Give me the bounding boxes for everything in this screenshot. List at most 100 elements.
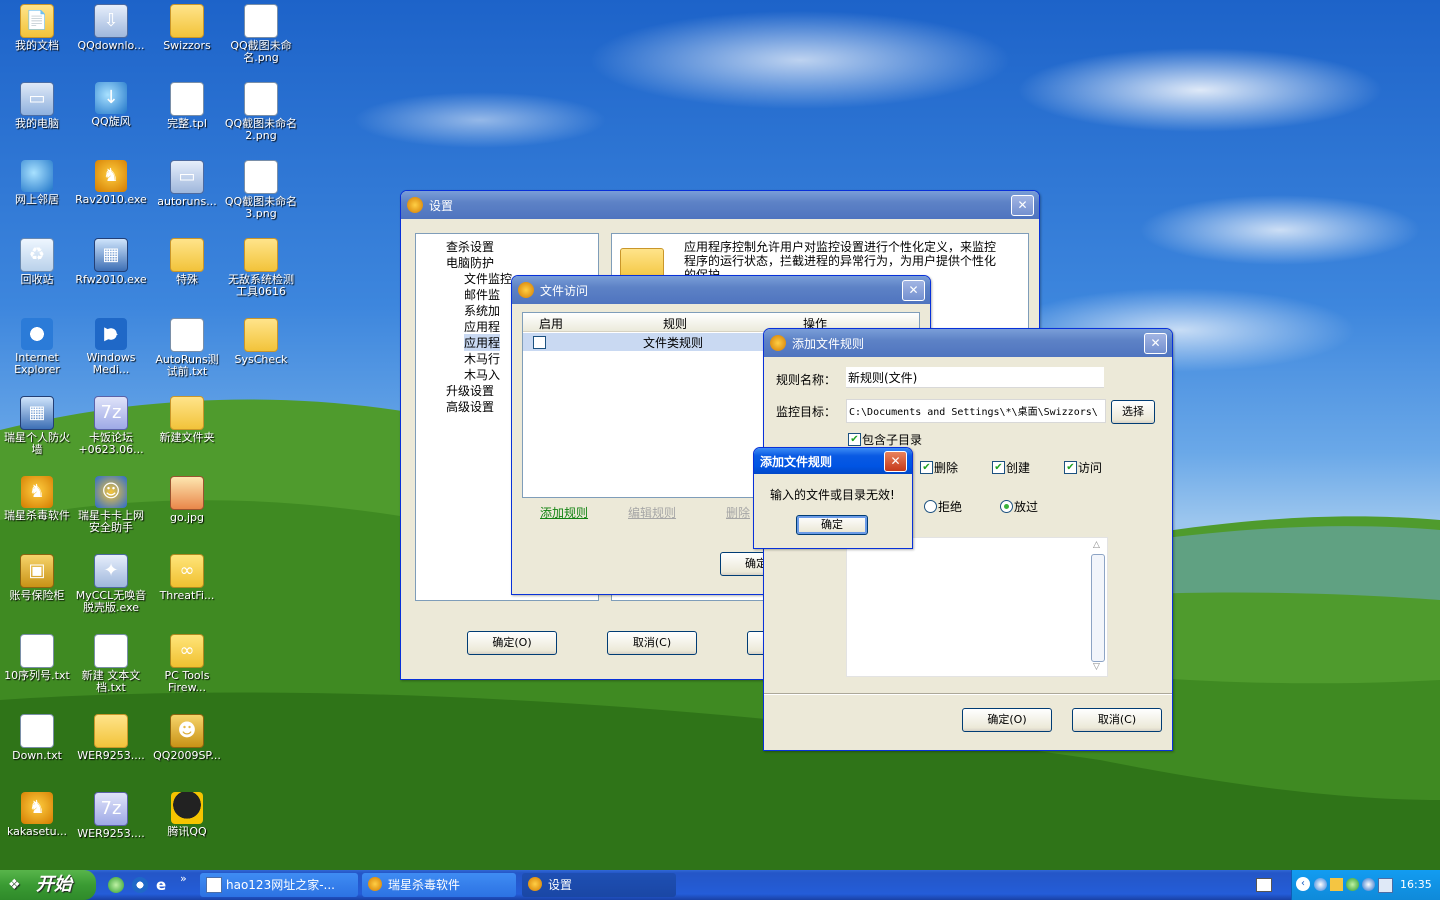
scroll-down-icon[interactable]: ▽ <box>1093 662 1100 672</box>
scroll-up-icon[interactable]: △ <box>1093 540 1100 550</box>
ie-quicklaunch-icon[interactable]: e <box>156 876 166 894</box>
quicklaunch-overflow-icon[interactable]: » <box>180 872 187 885</box>
tree-item-trojan-intrusion[interactable]: 木马入 <box>464 366 500 383</box>
desktop-icon-autoruns-txt[interactable]: ≡ AutoRuns测试前.txt <box>150 318 224 378</box>
desktop-icon-swizzors[interactable]: Swizzors <box>150 4 224 52</box>
task-rising-antivirus[interactable]: 瑞星杀毒软件 <box>362 873 516 897</box>
close-button[interactable]: ✕ <box>1144 333 1167 354</box>
desktop-icon-windows-media[interactable]: ▶ Windows Medi... <box>74 318 148 376</box>
desktop-icon-myccl[interactable]: ✦ MyCCL无唤音脱壳版.exe <box>74 554 148 614</box>
desktop-icon-wer-zip[interactable]: 7z WER9253.... <box>74 792 148 840</box>
tree-item-pc-protection[interactable]: 电脑防护 <box>446 254 494 271</box>
desktop-icon-new-folder[interactable]: 新建文件夹 <box>150 396 224 444</box>
desktop-icon-internet-explorer[interactable]: e Internet Explorer <box>0 318 74 376</box>
monitor-target-field[interactable]: C:\Documents and Settings\*\桌面\Swizzors\ <box>846 399 1106 423</box>
desktop-icon-tpl[interactable]: ▤ 完整.tpl <box>150 82 224 130</box>
task-settings[interactable]: 设置 <box>522 873 676 897</box>
desktop-icon-recycle-bin[interactable]: ♻ 回收站 <box>0 238 74 286</box>
tree-item-system-hardening[interactable]: 系统加 <box>464 302 500 319</box>
collapse-tray-icon[interactable]: ‹ <box>1296 877 1310 891</box>
op-create-checkbox[interactable]: ✔ <box>992 461 1005 474</box>
update-tray-icon[interactable] <box>1362 878 1375 891</box>
action-allow-radio[interactable] <box>1000 500 1013 513</box>
desktop-icon-go-jpg[interactable]: go.jpg <box>150 476 224 524</box>
desktop-icon-kafan-zip[interactable]: 7z 卡饭论坛+0623.06... <box>74 396 148 456</box>
desktop-icon-qq-screenshot-3[interactable]: ◩ QQ截图未命名3.png <box>224 160 298 220</box>
desktop-icon-rising-antivirus[interactable]: ♞ 瑞星杀毒软件 <box>0 476 74 522</box>
add-rule-cancel-button[interactable]: 取消(C) <box>1072 708 1162 732</box>
firewall-icon: ▦ <box>94 238 128 272</box>
media-player-quicklaunch-icon[interactable] <box>132 877 148 893</box>
tree-item-trojan-behavior[interactable]: 木马行 <box>464 350 500 367</box>
desktop-icon-autoruns[interactable]: ▭ autoruns... <box>150 160 224 208</box>
firewall-tray-icon[interactable] <box>1378 878 1393 893</box>
desktop-icon-qqdownload[interactable]: ⇩ QQdownlo... <box>74 4 148 52</box>
op-delete-checkbox[interactable]: ✔ <box>920 461 933 474</box>
tree-item-mail-monitor[interactable]: 邮件监 <box>464 286 500 303</box>
close-button[interactable]: ✕ <box>884 451 907 472</box>
desktop-icon-network[interactable]: 网上邻居 <box>0 160 74 206</box>
edit-rule-link[interactable]: 编辑规则 <box>628 504 676 521</box>
tree-item-app-control-1[interactable]: 应用程 <box>464 318 500 335</box>
desktop-icon-rfw2010[interactable]: ▦ Rfw2010.exe <box>74 238 148 286</box>
file-access-titlebar[interactable]: 文件访问 ✕ <box>512 276 930 304</box>
task-hao123[interactable]: hao123网址之家-... <box>200 873 358 897</box>
qq-whirlwind-quicklaunch-icon[interactable] <box>108 877 124 893</box>
keyboard-icon[interactable] <box>1256 878 1272 892</box>
tree-item-app-control-2[interactable]: 应用程 <box>464 334 501 351</box>
action-deny-radio[interactable] <box>924 500 937 513</box>
rule-name-field[interactable]: 新规则(文件) <box>846 367 1104 388</box>
desktop-icon-qq-screenshot-2[interactable]: ◩ QQ截图未命名2.png <box>224 82 298 142</box>
include-subdirs-checkbox[interactable]: ✔ <box>848 433 861 446</box>
add-rule-ok-button[interactable]: 确定(O) <box>962 708 1052 732</box>
desktop-icon-new-txt[interactable]: ≡ 新建 文本文档.txt <box>74 634 148 694</box>
qq-whirlwind-tray-icon[interactable] <box>1346 878 1359 891</box>
column-rule[interactable]: 规则 <box>663 315 687 332</box>
start-button[interactable]: ❖ 开始 <box>0 870 96 900</box>
list-scrollbar[interactable]: △ ▽ <box>1091 540 1105 672</box>
desktop-icon-down-txt[interactable]: ≡ Down.txt <box>0 714 74 762</box>
column-enabled[interactable]: 启用 <box>539 315 563 332</box>
settings-titlebar[interactable]: 设置 ✕ <box>401 191 1039 219</box>
desktop-icon-tencent-qq[interactable]: 腾讯QQ <box>150 792 224 838</box>
alert-titlebar[interactable]: 添加文件规则 ✕ <box>754 448 912 474</box>
desktop-icon-rav2010[interactable]: ♞ Rav2010.exe <box>74 160 148 206</box>
desktop-icon-syscheck[interactable]: SysCheck <box>224 318 298 366</box>
desktop-icon-qq2009[interactable]: ☻ QQ2009SP... <box>150 714 224 762</box>
alert-ok-button[interactable]: 确定 <box>796 515 868 535</box>
browser-icon <box>206 877 222 893</box>
settings-cancel-button[interactable]: 取消(C) <box>607 631 697 655</box>
tree-item-upgrade-settings[interactable]: 升级设置 <box>446 382 494 399</box>
desktop-icon-my-documents[interactable]: 📄 我的文档 <box>0 4 74 52</box>
add-rule-link[interactable]: 添加规则 <box>540 504 588 521</box>
desktop-icon-syscheck-tool[interactable]: 无敌系统检测工具0616 <box>224 238 298 298</box>
desktop-icon-kaka-assistant[interactable]: ☺ 瑞星卡卡上网安全助手 <box>74 476 148 534</box>
desktop-icon-serial-txt[interactable]: ≡ 10序列号.txt <box>0 634 74 682</box>
desktop-icon-special[interactable]: 特殊 <box>150 238 224 286</box>
close-button[interactable]: ✕ <box>902 280 925 301</box>
desktop-icon-my-computer[interactable]: ▭ 我的电脑 <box>0 82 74 130</box>
desktop-icon-rising-firewall[interactable]: ▦ 瑞星个人防火墙 <box>0 396 74 456</box>
desktop-icon-qq-whirlwind[interactable]: ↓ QQ旋风 <box>74 82 148 128</box>
desktop-icon-threatfire[interactable]: ∞ ThreatFi... <box>150 554 224 602</box>
rule-list-box[interactable]: △ ▽ <box>846 537 1108 677</box>
desktop-icon-kakasetup[interactable]: ♞ kakasetu... <box>0 792 74 838</box>
tree-item-file-monitor[interactable]: 文件监控 <box>464 270 512 287</box>
safe-tray-icon[interactable] <box>1330 878 1343 891</box>
tree-item-advanced-settings[interactable]: 高级设置 <box>446 398 494 415</box>
op-access-checkbox[interactable]: ✔ <box>1064 461 1077 474</box>
desktop-icon-qq-screenshot-1[interactable]: ◩ QQ截图未命名.png <box>224 4 298 64</box>
desktop-icon-wer-folder[interactable]: WER9253.... <box>74 714 148 762</box>
close-button[interactable]: ✕ <box>1011 195 1034 216</box>
select-target-button[interactable]: 选择 <box>1111 400 1155 424</box>
desktop-icon-pctools[interactable]: ∞ PC Tools Firew... <box>150 634 224 694</box>
add-rule-titlebar[interactable]: 添加文件规则 ✕ <box>764 329 1172 357</box>
clock[interactable]: 16:35 <box>1400 878 1432 891</box>
tree-item-scan-settings[interactable]: 查杀设置 <box>446 238 494 255</box>
delete-rule-link[interactable]: 删除 <box>726 504 750 521</box>
scroll-thumb[interactable] <box>1091 554 1105 662</box>
settings-ok-button[interactable]: 确定(O) <box>467 631 557 655</box>
network-tray-icon[interactable] <box>1314 878 1327 891</box>
rule-enabled-checkbox[interactable] <box>533 336 546 349</box>
desktop-icon-account-safe[interactable]: ▣ 账号保险柜 <box>0 554 74 602</box>
